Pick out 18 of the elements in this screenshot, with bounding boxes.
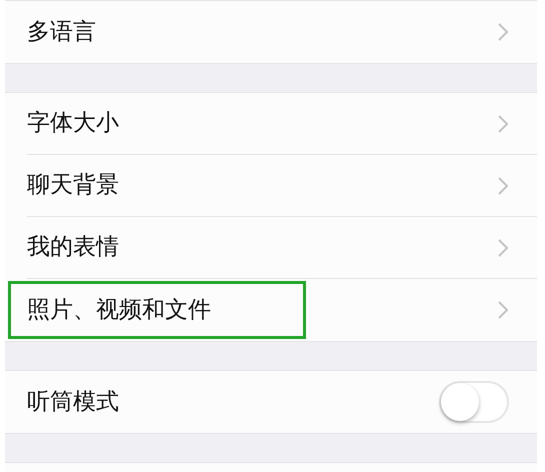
- setting-label: 多语言: [27, 18, 96, 47]
- settings-row[interactable]: 听筒模式: [5, 371, 537, 433]
- chevron-icon: [497, 22, 509, 42]
- settings-row[interactable]: 我的表情: [5, 217, 537, 279]
- chevron-icon: [497, 114, 509, 134]
- chevron-icon: [497, 176, 509, 196]
- chevron-icon: [497, 238, 509, 258]
- settings-row[interactable]: 照片、视频和文件: [5, 279, 537, 341]
- chevron-icon: [497, 300, 509, 320]
- setting-label: 听筒模式: [27, 388, 119, 417]
- setting-label: 字体大小: [27, 109, 119, 138]
- settings-row[interactable]: 聊天背景: [5, 155, 537, 217]
- toggle-switch[interactable]: [439, 381, 509, 423]
- setting-label: 聊天背景: [27, 171, 119, 200]
- settings-row[interactable]: 多语言: [5, 1, 537, 63]
- setting-label: 照片、视频和文件: [27, 296, 211, 325]
- settings-row[interactable]: 字体大小: [5, 93, 537, 155]
- setting-label: 我的表情: [27, 233, 119, 262]
